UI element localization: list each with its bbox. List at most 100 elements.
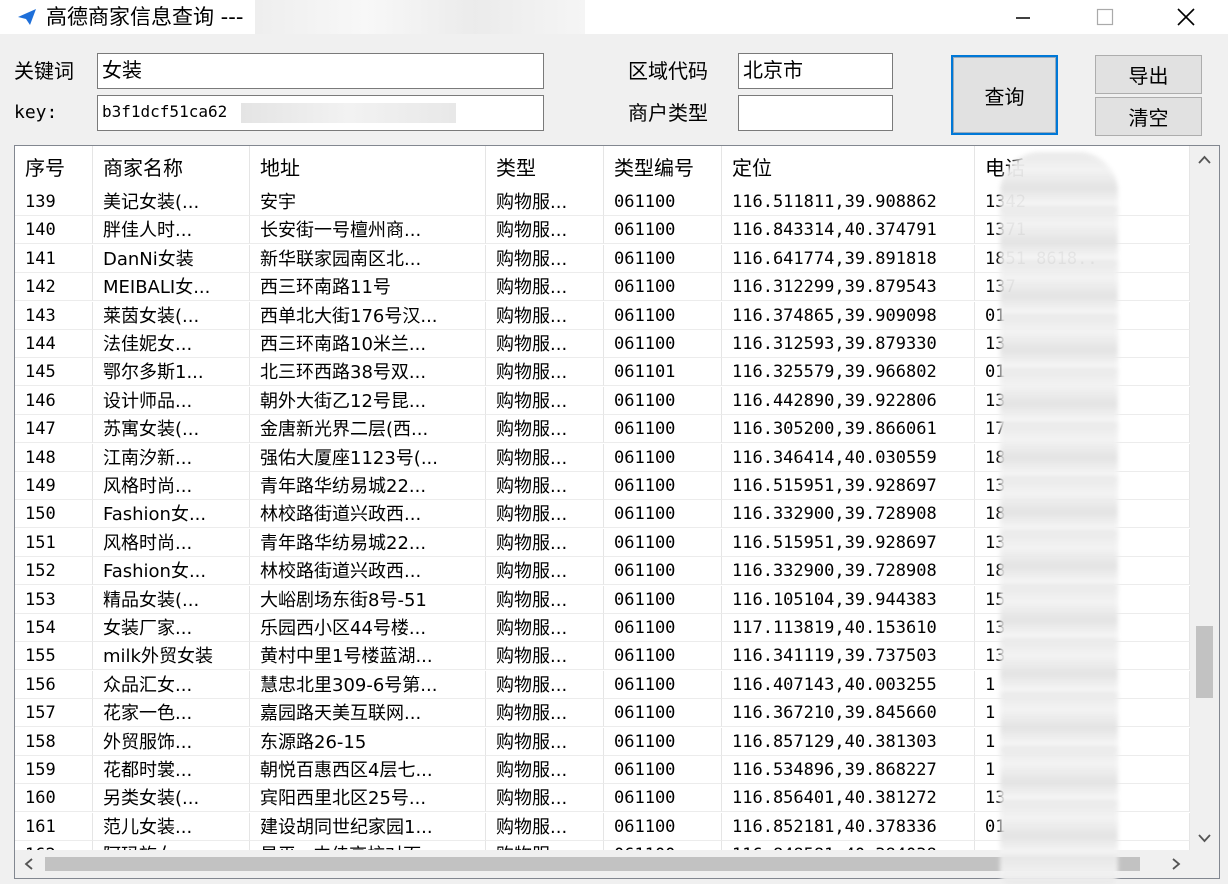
cell-location[interactable]: 117.113819,40.153610 [722, 614, 975, 642]
cell-address[interactable]: 西单北大街176号汉... [250, 301, 486, 330]
cell-index[interactable]: 145 [15, 358, 93, 387]
col-header-type[interactable]: 类型 [486, 146, 604, 188]
merchant-type-input[interactable] [738, 95, 893, 131]
key-input[interactable]: b3f1dcf51ca62 [97, 95, 544, 131]
cell-location[interactable]: 116.515951,39.928697 [722, 472, 975, 500]
cell-name[interactable]: 女装厂家... [93, 614, 250, 642]
cell-name[interactable]: 风格时尚... [93, 528, 250, 557]
cell-type[interactable]: 购物服... [486, 812, 604, 841]
cell-location[interactable]: 116.332900,39.728908 [722, 557, 975, 586]
scroll-right-icon[interactable] [1162, 850, 1190, 878]
cell-index[interactable]: 156 [15, 670, 93, 699]
cell-location[interactable]: 116.332900,39.728908 [722, 500, 975, 529]
cell-index[interactable]: 158 [15, 727, 93, 756]
cell-index[interactable]: 153 [15, 585, 93, 614]
cell-type-code[interactable]: 061100 [604, 784, 722, 813]
cell-location[interactable]: 116.442890,39.922806 [722, 386, 975, 415]
cell-location[interactable]: 116.105104,39.944383 [722, 585, 975, 614]
cell-type[interactable]: 购物服... [486, 585, 604, 614]
col-header-index[interactable]: 序号 [15, 146, 93, 188]
cell-index[interactable]: 143 [15, 301, 93, 330]
cell-address[interactable]: 黄村中里1号楼蓝湖... [250, 642, 486, 671]
cell-name[interactable]: 胖佳人时... [93, 216, 250, 245]
cell-index[interactable]: 144 [15, 330, 93, 358]
cell-type[interactable]: 购物服... [486, 273, 604, 302]
cell-type-code[interactable]: 061100 [604, 330, 722, 358]
cell-type[interactable]: 购物服... [486, 301, 604, 330]
cell-location[interactable]: 116.857129,40.381303 [722, 727, 975, 756]
cell-index[interactable]: 151 [15, 528, 93, 557]
cell-address[interactable]: 朝悦百惠西区4层七... [250, 756, 486, 784]
cell-name[interactable]: 风格时尚... [93, 472, 250, 500]
cell-type[interactable]: 购物服... [486, 330, 604, 358]
cell-address[interactable]: 西三环南路10米兰... [250, 330, 486, 358]
cell-address[interactable]: 建设胡同世纪家园1... [250, 812, 486, 841]
cell-index[interactable]: 147 [15, 415, 93, 444]
cell-type[interactable]: 购物服... [486, 557, 604, 586]
cell-type[interactable]: 购物服... [486, 727, 604, 756]
cell-index[interactable]: 155 [15, 642, 93, 671]
cell-index[interactable]: 146 [15, 386, 93, 415]
cell-location[interactable]: 116.534896,39.868227 [722, 756, 975, 784]
cell-address[interactable]: 北三环西路38号双... [250, 358, 486, 387]
cell-address[interactable]: 宾阳西里北区25号... [250, 784, 486, 813]
cell-index[interactable]: 159 [15, 756, 93, 784]
cell-index[interactable]: 141 [15, 244, 93, 273]
scroll-left-icon[interactable] [15, 850, 43, 878]
cell-name[interactable]: 设计师品... [93, 386, 250, 415]
export-button[interactable]: 导出 [1095, 55, 1202, 94]
cell-name[interactable]: 花都时裳... [93, 756, 250, 784]
cell-name[interactable]: 苏寓女装(... [93, 415, 250, 444]
region-input[interactable]: 北京市 [738, 53, 893, 89]
cell-address[interactable]: 强佑大厦座1123号(... [250, 443, 486, 472]
vertical-scroll-thumb[interactable] [1196, 626, 1213, 698]
cell-address[interactable]: 乐园西小区44号楼... [250, 614, 486, 642]
cell-type[interactable]: 购物服... [486, 699, 604, 728]
cell-type[interactable]: 购物服... [486, 670, 604, 699]
cell-index[interactable]: 149 [15, 472, 93, 500]
cell-location[interactable]: 116.346414,40.030559 [722, 443, 975, 472]
cell-type-code[interactable]: 061100 [604, 756, 722, 784]
cell-type-code[interactable]: 061100 [604, 727, 722, 756]
cell-location[interactable]: 116.641774,39.891818 [722, 244, 975, 273]
cell-location[interactable]: 116.312593,39.879330 [722, 330, 975, 358]
cell-location[interactable]: 116.341119,39.737503 [722, 642, 975, 671]
cell-index[interactable]: 148 [15, 443, 93, 472]
cell-address[interactable]: 林校路街道兴政西... [250, 557, 486, 586]
cell-type-code[interactable]: 061100 [604, 216, 722, 245]
cell-location[interactable]: 116.511811,39.908862 [722, 188, 975, 216]
cell-index[interactable]: 140 [15, 216, 93, 245]
cell-name[interactable]: 鄂尔多斯1... [93, 358, 250, 387]
cell-address[interactable]: 长安街一号檀州商... [250, 216, 486, 245]
cell-type-code[interactable]: 061101 [604, 358, 722, 387]
cell-type[interactable]: 购物服... [486, 358, 604, 387]
cell-name[interactable]: 另类女装(... [93, 784, 250, 813]
cell-type[interactable]: 购物服... [486, 642, 604, 671]
cell-type[interactable]: 购物服... [486, 386, 604, 415]
cell-type-code[interactable]: 061100 [604, 301, 722, 330]
cell-location[interactable]: 116.374865,39.909098 [722, 301, 975, 330]
cell-name[interactable]: 范儿女装... [93, 812, 250, 841]
cell-type-code[interactable]: 061100 [604, 670, 722, 699]
cell-type-code[interactable]: 061100 [604, 528, 722, 557]
cell-type-code[interactable]: 061100 [604, 472, 722, 500]
clear-button[interactable]: 清空 [1095, 97, 1202, 136]
cell-type[interactable]: 购物服... [486, 244, 604, 273]
cell-type-code[interactable]: 061100 [604, 812, 722, 841]
cell-name[interactable]: 众品汇女... [93, 670, 250, 699]
cell-location[interactable]: 116.407143,40.003255 [722, 670, 975, 699]
col-header-location[interactable]: 定位 [722, 146, 975, 188]
maximize-button[interactable] [1082, 0, 1128, 34]
cell-type-code[interactable]: 061100 [604, 614, 722, 642]
cell-type[interactable]: 购物服... [486, 472, 604, 500]
cell-index[interactable]: 160 [15, 784, 93, 813]
query-button[interactable]: 查询 [951, 55, 1058, 135]
cell-type-code[interactable]: 061100 [604, 244, 722, 273]
cell-index[interactable]: 152 [15, 557, 93, 586]
cell-type-code[interactable]: 061100 [604, 557, 722, 586]
cell-index[interactable]: 161 [15, 812, 93, 841]
cell-type-code[interactable]: 061100 [604, 386, 722, 415]
cell-name[interactable]: 法佳妮女... [93, 330, 250, 358]
cell-name[interactable]: 外贸服饰... [93, 727, 250, 756]
cell-type-code[interactable]: 061100 [604, 699, 722, 728]
